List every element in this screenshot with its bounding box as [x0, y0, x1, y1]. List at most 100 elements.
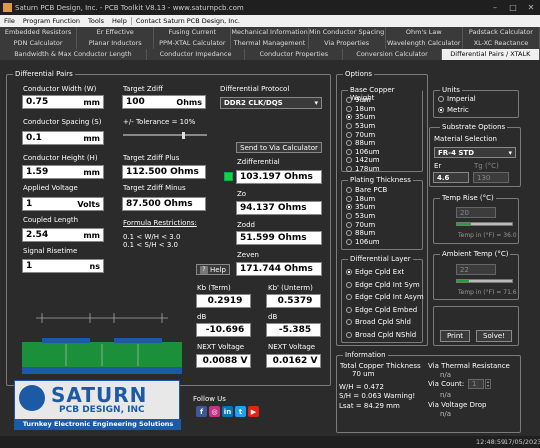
- target-zdiff-input[interactable]: 100 Ohms: [122, 95, 206, 109]
- ambient-title: Ambient Temp (°C): [440, 250, 511, 258]
- copper-weight-radio[interactable]: 18um: [346, 105, 380, 114]
- send-to-via-button[interactable]: Send to Via Calculator: [236, 142, 322, 153]
- target-zdiff-unit: Ohms: [176, 97, 202, 107]
- height-input[interactable]: 1.59 mm: [22, 165, 104, 179]
- copper-weight-label: 53um: [355, 122, 376, 131]
- print-button[interactable]: Print: [440, 330, 470, 342]
- via-count-input[interactable]: 1: [468, 379, 484, 389]
- via-count-spinner[interactable]: ▴ ▾: [485, 379, 491, 389]
- tab-pdn-calculator[interactable]: PDN Calculator: [0, 38, 78, 49]
- diff-layer-radio[interactable]: Edge Cpld Embed: [346, 304, 424, 317]
- tab-embedded-resistors[interactable]: Embedded Resistors: [0, 27, 78, 38]
- close-button[interactable]: ✕: [522, 0, 540, 15]
- copper-weight-radio[interactable]: 142um: [346, 156, 380, 165]
- zodd-label: Zodd: [237, 221, 255, 229]
- menu-contact[interactable]: Contact Saturn PCB Design, Inc.: [130, 17, 244, 25]
- voltage-input[interactable]: 1 Volts: [22, 197, 104, 211]
- er-input[interactable]: 4.6: [433, 172, 469, 183]
- diff-layer-radio[interactable]: Edge Cpld Ext: [346, 266, 424, 279]
- copper-weight-radio[interactable]: 53um: [346, 122, 380, 131]
- db-term-label: dB: [197, 313, 207, 321]
- linkedin-icon[interactable]: in: [222, 406, 233, 417]
- menu-tools[interactable]: Tools: [84, 17, 108, 25]
- tab-wavelength-calculator[interactable]: Wavelength Calculator: [386, 38, 463, 49]
- facebook-icon[interactable]: f: [196, 406, 207, 417]
- solve-button[interactable]: Solve!: [476, 330, 512, 342]
- question-icon: ?: [200, 265, 209, 274]
- copper-weight-radio[interactable]: 88um: [346, 139, 380, 148]
- logo-name: SATURN: [51, 383, 148, 407]
- instagram-icon[interactable]: ◎: [209, 406, 220, 417]
- diff-layer-radio[interactable]: Broad Cpld NShld: [346, 329, 424, 342]
- twitter-icon[interactable]: t: [235, 406, 246, 417]
- next-unterm-output: 0.0162 V: [266, 354, 321, 368]
- ambient-input[interactable]: 22: [456, 264, 496, 275]
- menu-help[interactable]: Help: [108, 17, 131, 25]
- tab-ohms-law[interactable]: Ohm's Law: [386, 27, 463, 38]
- risetime-input[interactable]: 1 ns: [22, 259, 104, 273]
- diff-layer-radio[interactable]: Edge Cpld Int Asym: [346, 291, 424, 304]
- next-unterm-label: NEXT Voltage: [268, 343, 316, 351]
- copper-weight-radio[interactable]: 178um: [346, 165, 380, 174]
- width-input[interactable]: 0.75 mm: [22, 95, 104, 109]
- chevron-down-icon: ▾: [314, 99, 318, 107]
- diff-layer-radio[interactable]: Broad Cpld Shld: [346, 316, 424, 329]
- units-imperial-radio[interactable]: Imperial: [438, 95, 476, 103]
- tab-xl-xc-reactance[interactable]: XL-XC Reactance: [463, 38, 540, 49]
- tab-min-conductor-spacing[interactable]: Min Conductor Spacing: [309, 27, 386, 38]
- tab-fusing-current[interactable]: Fusing Current: [154, 27, 232, 38]
- via-thermal-res-value: n/a: [440, 371, 452, 379]
- temp-rise-slider[interactable]: [456, 222, 513, 226]
- plating-radio[interactable]: 18um: [346, 195, 387, 204]
- risetime-value: 1: [26, 261, 33, 271]
- plating-radio[interactable]: Bare PCB: [346, 186, 387, 195]
- tab-conversion-calculator[interactable]: Conversion Calculator: [343, 49, 442, 60]
- saturn-logo[interactable]: SATURN PCB DESIGN, INC Turnkey Electroni…: [14, 380, 181, 430]
- youtube-icon[interactable]: ▶: [248, 406, 259, 417]
- tab-bandwidth[interactable]: Bandwidth & Max Conductor Length: [0, 49, 147, 60]
- plating-radio[interactable]: 70um: [346, 220, 387, 229]
- tolerance-slider[interactable]: [123, 132, 207, 139]
- units-metric-radio[interactable]: Metric: [438, 106, 469, 114]
- copper-weight-radio[interactable]: 106um: [346, 148, 380, 157]
- tg-input: 130: [473, 172, 509, 183]
- plating-radio[interactable]: 35um: [346, 203, 387, 212]
- tab-differential-pairs[interactable]: Differential Pairs / XTALK: [441, 49, 540, 60]
- maximize-button[interactable]: □: [504, 0, 522, 15]
- tab-via-properties[interactable]: Via Properties: [309, 38, 386, 49]
- help-button[interactable]: ? Help: [196, 264, 230, 275]
- copper-weight-radio[interactable]: 9um: [346, 96, 380, 105]
- length-input[interactable]: 2.54 mm: [22, 228, 104, 242]
- tab-planar-inductors[interactable]: Planar Inductors: [77, 38, 155, 49]
- menu-file[interactable]: File: [0, 17, 19, 25]
- radio-dot: [346, 269, 352, 276]
- copper-weight-radio[interactable]: 70um: [346, 130, 380, 139]
- copper-weight-radio[interactable]: 35um: [346, 113, 380, 122]
- spacing-unit: mm: [83, 133, 100, 143]
- tab-mechanical-information[interactable]: Mechanical Information: [231, 27, 309, 38]
- tab-ppm-xtal[interactable]: PPM-XTAL Calculator: [154, 38, 232, 49]
- radio-dot: [346, 123, 352, 130]
- tab-thermal-management[interactable]: Thermal Management: [231, 38, 309, 49]
- tab-conductor-impedance[interactable]: Conductor Impedance: [147, 49, 246, 60]
- tab-padstack-calculator[interactable]: Padstack Calculator: [463, 27, 540, 38]
- temp-rise-input[interactable]: 20: [456, 207, 496, 218]
- minimize-button[interactable]: –: [486, 0, 504, 15]
- protocol-select[interactable]: DDR2 CLK/DQS ▾: [220, 97, 322, 109]
- via-voltage-drop-value: n/a: [440, 410, 452, 418]
- plating-radio[interactable]: 53um: [346, 212, 387, 221]
- plating-radio[interactable]: 88um: [346, 229, 387, 238]
- menu-program-function[interactable]: Program Function: [19, 17, 84, 25]
- copper-weight-label: 18um: [355, 104, 376, 113]
- formula-restrictions-link[interactable]: Formula Restrictions:: [123, 219, 197, 227]
- spacing-input[interactable]: 0.1 mm: [22, 131, 104, 145]
- material-select[interactable]: FR-4 STD ▾: [434, 147, 516, 158]
- tab-conductor-properties[interactable]: Conductor Properties: [245, 49, 344, 60]
- plating-radio[interactable]: 106um: [346, 238, 387, 247]
- voltage-value: 1: [26, 199, 33, 209]
- diff-layer-radio[interactable]: Edge Cpld Int Sym: [346, 279, 424, 292]
- zdiff-plus-output: 112.500 Ohms: [122, 165, 206, 179]
- tab-er-effective[interactable]: Er Effective: [77, 27, 155, 38]
- ambient-slider[interactable]: [456, 279, 513, 283]
- via-voltage-drop-label: Via Voltage Drop: [428, 401, 487, 409]
